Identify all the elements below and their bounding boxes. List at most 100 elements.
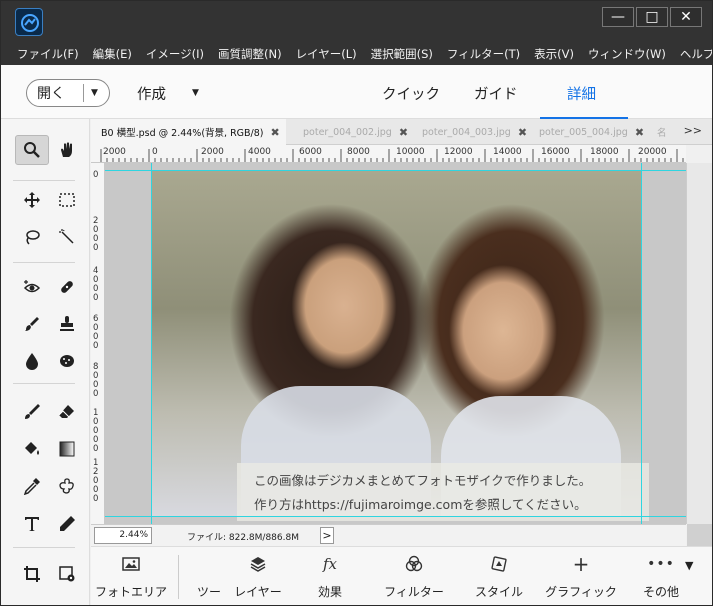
ruler-horizontal: 2000 0 2000 4000 6000 8000 10000 12000 1… [91,145,686,163]
photo-icon [122,555,140,573]
red-eye-tool-icon[interactable] [15,272,49,302]
more-icon: ••• [647,556,675,572]
ruler-label: 0 [93,243,99,253]
healing-brush-icon[interactable] [50,272,84,302]
chevron-down-icon[interactable]: ▼ [84,88,98,98]
menu-view[interactable]: 表示(V) [534,46,574,62]
filter-icon [405,555,423,573]
document-tabs: B0 横型.psd @ 2.44%(背景, RGB/8) ✖ poter_004_… [91,119,712,145]
tab-label: 名 [657,128,667,139]
more-label: その他 [642,585,679,599]
tab-document-overflow[interactable]: 名 [657,119,667,145]
menu-filter[interactable]: フィルター(T) [447,46,520,62]
toolbox [1,119,90,605]
guide-line-left[interactable] [151,163,152,524]
minimize-button[interactable]: — [602,7,634,27]
close-tab-icon[interactable]: ✖ [518,126,527,139]
app-logo-icon [15,8,43,36]
ruler-label: 8000 [347,147,370,157]
close-button[interactable]: ✕ [670,7,702,27]
menu-select[interactable]: 選択範囲(S) [371,46,433,62]
photo-bin-button[interactable]: フォトエリア [95,547,167,605]
layers-button[interactable]: レイヤー [232,547,284,605]
menu-file[interactable]: ファイル(F) [17,46,79,62]
app-window: — □ ✕ ファイル(F) 編集(E) イメージ(I) 画質調整(N) レイヤー… [0,0,713,606]
close-tab-icon[interactable]: ✖ [635,126,644,139]
canvas-area[interactable]: この画像はデジカメまとめてフォトモザイクで作りました。 作り方はhttps://… [105,163,686,524]
menu-edit[interactable]: 編集(E) [93,46,132,62]
document-image[interactable]: この画像はデジカメまとめてフォトモザイクで作りました。 作り方はhttps://… [151,171,649,521]
status-menu-button[interactable]: > [320,527,334,544]
toolbox-divider [13,383,75,384]
guide-line-bottom[interactable] [105,516,686,517]
menu-help[interactable]: ヘルプ(H) [680,46,712,62]
open-button[interactable]: 開く ▼ [26,79,110,107]
tabs-overflow-button[interactable]: >> [684,124,702,137]
recompose-tool-icon[interactable] [50,559,84,589]
chevron-down-icon[interactable]: ▼ [192,88,199,98]
vertical-scrollbar[interactable] [686,163,712,524]
tab-label: B0 横型.psd @ 2.44%(背景, RGB/8) [101,128,264,139]
tool-options-button[interactable]: ツー [194,547,224,605]
ruler-label: 0 [152,147,158,157]
menu-layer[interactable]: レイヤー(L) [296,46,357,62]
tab-quick[interactable]: クイック [382,83,440,104]
move-tool-icon[interactable] [15,185,49,215]
effects-label: 効果 [317,585,342,599]
blur-tool-icon[interactable] [15,346,49,376]
graphics-button[interactable]: + グラフィック [545,547,617,605]
graphics-label: グラフィック [545,585,617,599]
open-button-label: 開く [37,86,65,102]
gradient-tool-icon[interactable] [50,434,84,464]
tab-document-poter-004-002[interactable]: poter_004_002.jpg ✖ [303,119,408,145]
zoom-tool-icon[interactable] [15,135,49,165]
filters-button[interactable]: フィルター [384,547,444,605]
close-tab-icon[interactable]: ✖ [271,126,280,139]
ruler-label: 0 [93,494,99,504]
create-button[interactable]: 作成 [137,83,166,104]
paint-bucket-icon[interactable] [15,434,49,464]
close-tab-icon[interactable]: ✖ [399,126,408,139]
ruler-label: 0 [93,341,99,351]
restore-button[interactable]: □ [636,7,668,27]
menu-image[interactable]: イメージ(I) [146,46,204,62]
file-size-info: ファイル: 822.8M/886.8M [187,533,299,543]
eraser-tool-icon[interactable] [50,397,84,427]
ruler-label: 4000 [248,147,271,157]
brush-tool-icon[interactable] [15,397,49,427]
hand-tool-icon[interactable] [50,135,84,165]
guide-line-right[interactable] [641,163,642,524]
zoom-level-input[interactable]: 2.44% [94,527,152,544]
sponge-tool-icon[interactable] [50,346,84,376]
crop-tool-icon[interactable] [15,559,49,589]
menu-enhance[interactable]: 画質調整(N) [218,46,282,62]
effects-button[interactable]: fx 効果 [313,547,347,605]
style-icon [490,555,508,573]
lasso-tool-icon[interactable] [15,222,49,252]
tab-document-poter-005-004[interactable]: poter_005_004.jpg ✖ [539,119,644,145]
more-button[interactable]: ••• その他 [640,547,682,605]
ruler-label: 0 [93,170,99,180]
styles-button[interactable]: スタイル [475,547,523,605]
tab-document-b0[interactable]: B0 横型.psd @ 2.44%(背景, RGB/8) ✖ [91,119,286,145]
menu-window[interactable]: ウィンドウ(W) [588,46,666,62]
toolbox-divider [13,180,75,181]
magic-wand-icon[interactable] [50,222,84,252]
ruler-label: 12000 [444,147,473,157]
eyedropper-icon[interactable] [15,471,49,501]
tab-guided[interactable]: ガイド [474,83,518,104]
guide-line-top[interactable] [105,170,686,171]
chevron-down-icon[interactable]: ▼ [685,559,693,572]
tab-document-poter-004-003[interactable]: poter_004_003.jpg ✖ [422,119,527,145]
tab-expert[interactable]: 詳細 [567,83,596,104]
marquee-tool-icon[interactable] [50,185,84,215]
pencil-tool-icon[interactable] [50,509,84,539]
custom-shape-icon[interactable] [50,471,84,501]
title-bar: — □ ✕ [1,1,712,43]
toolbox-divider [13,262,75,263]
smart-brush-icon[interactable] [15,309,49,339]
fx-icon: fx [322,555,337,573]
layers-icon [249,555,267,573]
clone-stamp-icon[interactable] [50,309,84,339]
type-tool-icon[interactable] [15,509,49,539]
